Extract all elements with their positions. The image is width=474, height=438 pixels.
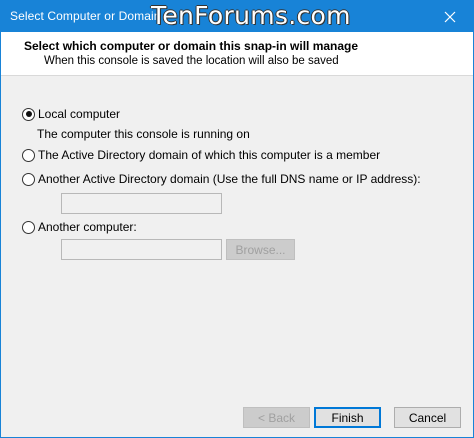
another-computer-radio[interactable] [22, 220, 35, 234]
local-computer-description: The computer this console is running on [37, 127, 250, 141]
dialog-window: Select Computer or Domain TenForums.com … [0, 0, 474, 438]
watermark-logo: TenForums.com [151, 1, 351, 30]
cancel-button[interactable]: Cancel [394, 407, 461, 428]
ad-domain-radio[interactable] [22, 148, 35, 162]
header-panel: Select which computer or domain this sna… [1, 32, 473, 76]
local-computer-label: Local computer [38, 107, 121, 121]
another-domain-option[interactable]: Another Active Directory domain (Use the… [22, 172, 421, 186]
close-icon [444, 11, 456, 23]
another-domain-radio[interactable] [22, 172, 35, 186]
title-bar[interactable]: Select Computer or Domain TenForums.com [1, 1, 473, 32]
header-subtitle: When this console is saved the location … [44, 55, 339, 67]
local-computer-option[interactable]: Local computer [22, 107, 120, 121]
another-computer-label: Another computer: [38, 220, 137, 234]
back-button[interactable]: < Back [243, 407, 310, 428]
ad-domain-option[interactable]: The Active Directory domain of which thi… [22, 148, 380, 162]
window-title: Select Computer or Domain [10, 9, 161, 23]
ad-domain-label: The Active Directory domain of which thi… [38, 148, 381, 162]
another-computer-option[interactable]: Another computer: [22, 220, 137, 234]
another-computer-input[interactable] [61, 239, 222, 260]
header-title: Select which computer or domain this sna… [24, 39, 359, 53]
browse-button[interactable]: Browse... [226, 239, 295, 260]
another-domain-input[interactable] [61, 193, 222, 214]
another-domain-label: Another Active Directory domain (Use the… [38, 172, 421, 186]
close-button[interactable] [427, 1, 473, 32]
finish-button[interactable]: Finish [314, 407, 381, 428]
local-computer-radio[interactable] [22, 107, 35, 121]
